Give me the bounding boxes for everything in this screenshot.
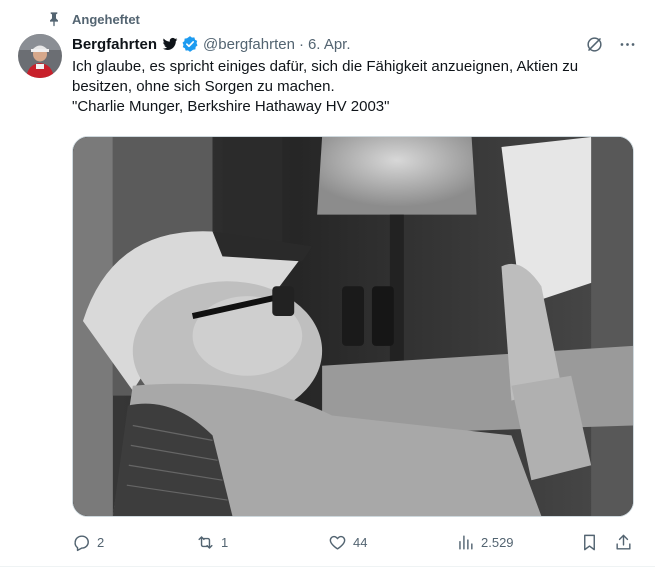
reply-count: 2	[97, 534, 105, 550]
author-name[interactable]: Bergfahrten	[72, 36, 157, 53]
like-count: 44	[353, 534, 368, 550]
share-button[interactable]	[614, 530, 633, 554]
reply-icon	[74, 534, 89, 551]
views-button[interactable]: 2.529	[456, 530, 514, 554]
photo-image	[73, 137, 633, 516]
tweet-header: Bergfahrten @bergfahrten · 6. Apr.	[72, 33, 637, 55]
bookmark-button[interactable]	[580, 530, 599, 554]
verified-badge-icon[interactable]	[181, 35, 199, 53]
author-handle[interactable]: @bergfahrten	[203, 36, 295, 53]
pin-icon	[50, 12, 58, 27]
more-options-icon[interactable]	[618, 35, 637, 54]
tweet-photo[interactable]	[72, 136, 634, 517]
tweet-text: Ich glaube, es spricht einiges dafür, si…	[72, 57, 638, 117]
share-icon	[616, 534, 631, 550]
pinned-label: Angeheftet	[72, 11, 140, 27]
bookmark-icon	[584, 534, 595, 550]
separator-dot: ·	[298, 35, 304, 53]
twitter-bird-icon	[162, 37, 178, 50]
tweet-text-line: Ich glaube, es spricht einiges dafür, si…	[72, 58, 583, 95]
pinned-indicator: Angeheftet	[46, 9, 140, 29]
tweet-actions: 2 1 44 2.529	[72, 530, 638, 554]
reply-button[interactable]: 2	[72, 530, 104, 554]
avatar[interactable]	[18, 34, 62, 78]
analytics-icon	[459, 534, 473, 550]
like-button[interactable]: 44	[328, 530, 367, 554]
repost-button[interactable]: 1	[196, 530, 228, 554]
repost-count: 1	[221, 534, 229, 550]
tweet[interactable]: Angeheftet Bergfahrten @bergfahrten · 6.…	[0, 0, 655, 567]
tweet-text-line: "Charlie Munger, Berkshire Hathaway HV 2…	[72, 98, 390, 115]
view-count: 2.529	[481, 534, 514, 550]
repost-icon	[198, 535, 213, 549]
tweet-date[interactable]: 6. Apr.	[308, 36, 351, 53]
heart-icon	[329, 535, 346, 550]
grok-icon[interactable]	[585, 35, 604, 54]
